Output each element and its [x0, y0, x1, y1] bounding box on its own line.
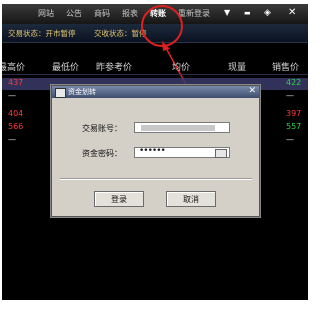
- cell-high: 437: [8, 78, 24, 87]
- cell-sell: 422: [286, 78, 302, 87]
- col-high-price[interactable]: 最高价: [2, 60, 25, 73]
- account-label: 交易账号：: [82, 124, 122, 133]
- dialog-title-bar[interactable]: 资金划转 ✕: [52, 86, 259, 98]
- col-avg-price[interactable]: 均价: [172, 60, 190, 73]
- cancel-button[interactable]: 取消: [166, 191, 216, 207]
- soft-keyboard-icon[interactable]: [215, 149, 227, 158]
- table-header: 最高价 最低价 昨参考价 均价 现量 销售价: [2, 59, 308, 73]
- col-sell-price[interactable]: 销售价: [272, 60, 299, 73]
- password-label: 资金密码：: [82, 149, 122, 158]
- account-value-redacted: [141, 125, 215, 131]
- cell-high: 566: [8, 122, 24, 131]
- cell-high: 404: [8, 109, 24, 118]
- cell-sell: —: [286, 135, 294, 144]
- col-low-price[interactable]: 最低价: [52, 60, 79, 73]
- trading-app-window: 网站 公告 商码 报表 转账 重新登录 ▼ ▬ ◈ ✕ 交易状态：开市暂停 交收…: [2, 4, 308, 300]
- dialog-app-icon: [55, 88, 66, 98]
- cell-sell: 557: [286, 122, 302, 131]
- col-prev-ref-price[interactable]: 昨参考价: [96, 60, 132, 73]
- col-volume[interactable]: 现量: [228, 60, 246, 73]
- cell-sell: 397: [286, 109, 302, 118]
- password-field[interactable]: ••••••: [134, 146, 230, 158]
- header-divider: [2, 74, 308, 75]
- dialog-close-icon[interactable]: ✕: [248, 86, 256, 96]
- account-field[interactable]: [134, 122, 230, 133]
- cell-high: —: [8, 135, 16, 144]
- login-button[interactable]: 登录: [94, 191, 144, 207]
- password-mask: ••••••: [139, 146, 166, 156]
- cell-high: —: [8, 91, 16, 100]
- fund-transfer-dialog: 资金划转 ✕ 交易账号： 资金密码： •••••• 登录 取消: [51, 85, 260, 217]
- dialog-title: 资金划转: [68, 88, 96, 96]
- dialog-divider: [60, 178, 252, 180]
- cell-sell: —: [286, 91, 294, 100]
